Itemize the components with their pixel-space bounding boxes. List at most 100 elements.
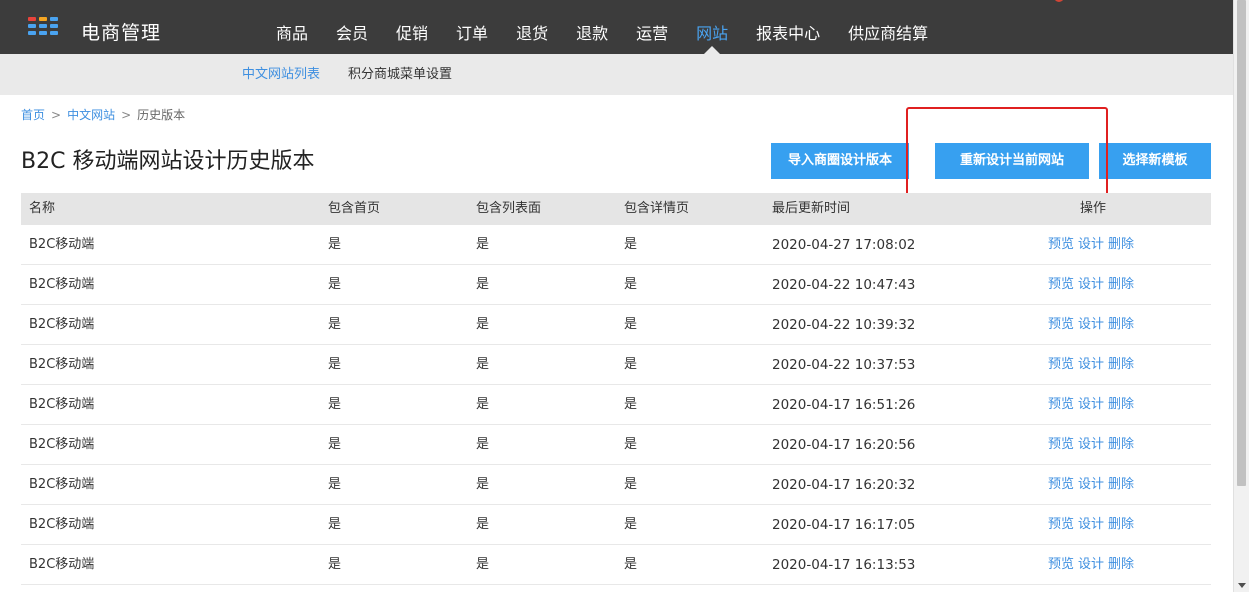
subnav-points-mall-menu[interactable]: 积分商城菜单设置 xyxy=(334,54,466,95)
cell-detail: 是 xyxy=(624,237,638,252)
preview-link[interactable]: 预览 xyxy=(1048,477,1074,492)
cell-home: 是 xyxy=(328,557,342,572)
nav-item-3[interactable]: 订单 xyxy=(442,0,502,54)
design-link[interactable]: 设计 xyxy=(1078,397,1104,412)
cell-name: B2C移动端 xyxy=(29,277,95,292)
cell-name: B2C移动端 xyxy=(29,357,95,372)
cell-list: 是 xyxy=(476,357,490,372)
history-table: 名称 包含首页 包含列表面 包含详情页 最后更新时间 操作 B2C移动端是是是 2… xyxy=(21,193,1211,585)
header-detail: 包含详情页 xyxy=(624,201,690,216)
nav-item-4[interactable]: 退货 xyxy=(502,0,562,54)
delete-link[interactable]: 删除 xyxy=(1108,317,1134,332)
preview-link[interactable]: 预览 xyxy=(1048,397,1074,412)
vertical-scrollbar[interactable] xyxy=(1233,0,1249,592)
preview-link[interactable]: 预览 xyxy=(1048,557,1074,572)
cell-updated-time: 2020-04-22 10:39:32 xyxy=(772,317,916,333)
redesign-current-site-button[interactable]: 重新设计当前网站 xyxy=(935,143,1089,179)
preview-link[interactable]: 预览 xyxy=(1048,277,1074,292)
nav-item-7[interactable]: 网站 xyxy=(682,0,742,54)
preview-link[interactable]: 预览 xyxy=(1048,517,1074,532)
design-link[interactable]: 设计 xyxy=(1078,237,1104,252)
nav-item-0[interactable]: 商品 xyxy=(262,0,322,54)
cell-home: 是 xyxy=(328,237,342,252)
breadcrumb-separator: > xyxy=(121,108,132,122)
cell-operations: 预览 设计 删除 xyxy=(1024,505,1211,544)
app-grid-icon[interactable] xyxy=(28,17,66,37)
nav-item-2[interactable]: 促销 xyxy=(382,0,442,54)
design-link[interactable]: 设计 xyxy=(1078,477,1104,492)
breadcrumb-chinese-site[interactable]: 中文网站 xyxy=(67,108,115,122)
header-operations: 操作 xyxy=(1080,201,1107,216)
select-template-button[interactable]: 选择新模板 xyxy=(1099,143,1211,179)
import-design-button[interactable]: 导入商圈设计版本 xyxy=(771,143,909,179)
notification-dot xyxy=(1054,0,1064,2)
header-time: 最后更新时间 xyxy=(772,201,851,216)
cell-name: B2C移动端 xyxy=(29,317,95,332)
cell-name: B2C移动端 xyxy=(29,517,95,532)
design-link[interactable]: 设计 xyxy=(1078,357,1104,372)
delete-link[interactable]: 删除 xyxy=(1108,397,1134,412)
cell-updated-time: 2020-04-17 16:13:53 xyxy=(772,557,916,573)
main-nav: 商品 会员 促销 订单 退货 退款 运营 网站 报表中心 供应商结算 xyxy=(262,0,942,54)
delete-link[interactable]: 删除 xyxy=(1108,357,1134,372)
delete-link[interactable]: 删除 xyxy=(1108,277,1134,292)
preview-link[interactable]: 预览 xyxy=(1048,237,1074,252)
cell-detail: 是 xyxy=(624,517,638,532)
header-list: 包含列表面 xyxy=(476,201,542,216)
cell-home: 是 xyxy=(328,357,342,372)
cell-operations: 预览 设计 删除 xyxy=(1024,385,1211,424)
cell-name: B2C移动端 xyxy=(29,437,95,452)
nav-item-1[interactable]: 会员 xyxy=(322,0,382,54)
cell-detail: 是 xyxy=(624,397,638,412)
table-row: B2C移动端 是 是 是 2020-04-17 16:20:56 预览 设计 删除 xyxy=(21,425,1211,465)
design-link[interactable]: 设计 xyxy=(1078,557,1104,572)
breadcrumb-home[interactable]: 首页 xyxy=(21,108,45,122)
cell-home: 是 xyxy=(328,317,342,332)
nav-item-8[interactable]: 报表中心 xyxy=(742,0,834,54)
cell-name: B2C移动端 xyxy=(29,557,95,572)
scroll-down-arrow-icon[interactable] xyxy=(1238,583,1246,588)
preview-link[interactable]: 预览 xyxy=(1048,357,1074,372)
design-link[interactable]: 设计 xyxy=(1078,317,1104,332)
cell-name: B2C移动端 xyxy=(29,397,95,412)
header-name: 名称 xyxy=(29,201,56,216)
delete-link[interactable]: 删除 xyxy=(1108,557,1134,572)
cell-list: 是 xyxy=(476,317,490,332)
cell-home: 是 xyxy=(328,477,342,492)
cell-list: 是 xyxy=(476,477,490,492)
delete-link[interactable]: 删除 xyxy=(1108,437,1134,452)
cell-name: B2C移动端 xyxy=(29,237,95,252)
table-header: 名称 包含首页 包含列表面 包含详情页 最后更新时间 操作 xyxy=(21,193,1211,225)
subnav-chinese-site-list[interactable]: 中文网站列表 xyxy=(228,54,334,95)
scrollbar-thumb[interactable] xyxy=(1237,0,1246,486)
cell-operations: 预览 设计 删除 xyxy=(1024,225,1211,264)
sub-navbar: 中文网站列表 积分商城菜单设置 xyxy=(0,54,1233,95)
table-row: B2C移动端 是 是 是 2020-04-22 10:39:32 预览 设计 删除 xyxy=(21,305,1211,345)
cell-detail: 是 xyxy=(624,557,638,572)
cell-list: 是 xyxy=(476,277,490,292)
table-row: B2C移动端 是 是 是 2020-04-22 10:47:43 预览 设计 删除 xyxy=(21,265,1211,305)
design-link[interactable]: 设计 xyxy=(1078,277,1104,292)
breadcrumb-current: 历史版本 xyxy=(137,108,186,122)
nav-item-9[interactable]: 供应商结算 xyxy=(834,0,942,54)
delete-link[interactable]: 删除 xyxy=(1108,477,1134,492)
cell-detail: 是 xyxy=(624,437,638,452)
nav-item-5[interactable]: 退款 xyxy=(562,0,622,54)
delete-link[interactable]: 删除 xyxy=(1108,517,1134,532)
design-link[interactable]: 设计 xyxy=(1078,517,1104,532)
delete-link[interactable]: 删除 xyxy=(1108,237,1134,252)
nav-item-6[interactable]: 运营 xyxy=(622,0,682,54)
table-row: B2C移动端 是 是 是 2020-04-17 16:13:53 预览 设计 删除 xyxy=(21,545,1211,585)
cell-list: 是 xyxy=(476,237,490,252)
top-navbar: 电商管理 商品 会员 促销 订单 退货 退款 运营 网站 报表中心 供应商结算 xyxy=(0,0,1233,54)
table-body: B2C移动端是是是 2020-04-27 17:08:02 预览 设计 删除 B2C移动端… xyxy=(21,225,1211,585)
table-row: B2C移动端 是 是 是 2020-04-17 16:51:26 预览 设计 删除 xyxy=(21,385,1211,425)
cell-list: 是 xyxy=(476,557,490,572)
table-row: B2C移动端 是 是 是 2020-04-17 16:20:32 预览 设计 删除 xyxy=(21,465,1211,505)
preview-link[interactable]: 预览 xyxy=(1048,317,1074,332)
cell-detail: 是 xyxy=(624,317,638,332)
preview-link[interactable]: 预览 xyxy=(1048,437,1074,452)
cell-detail: 是 xyxy=(624,357,638,372)
breadcrumb-separator: > xyxy=(51,108,62,122)
design-link[interactable]: 设计 xyxy=(1078,437,1104,452)
